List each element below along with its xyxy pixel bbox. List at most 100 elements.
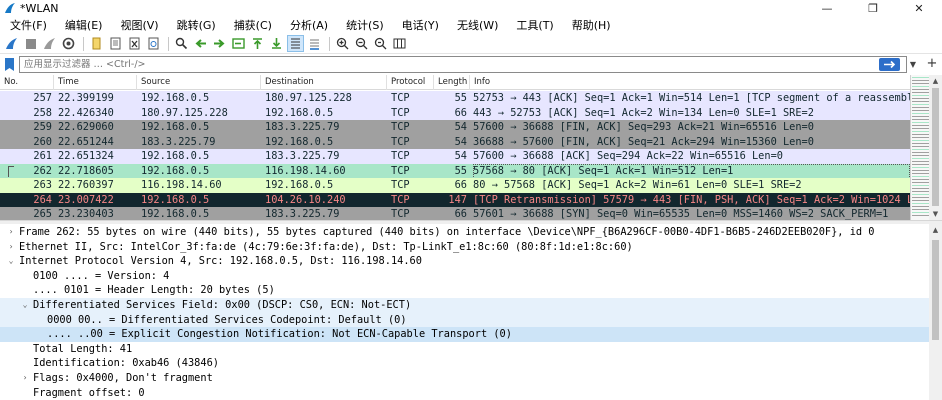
packet-cell-no: 261	[33, 150, 52, 162]
detail-row[interactable]: › Flags: 0x4000, Don't fragment	[0, 371, 929, 386]
detail-row[interactable]: ⌄ Internet Protocol Version 4, Src: 192.1…	[0, 254, 929, 269]
menu-capture[interactable]: 捕获(C)	[228, 17, 278, 33]
packet-row[interactable]: 258 22.426340 180.97.125.228 192.168.0.5 TCP…	[0, 105, 910, 121]
detail-row[interactable]: .... ..00 = Explicit Congestion Notifica…	[0, 327, 929, 342]
packet-row[interactable]: 260 22.651244 183.3.225.79 192.168.0.5 TCP 54…	[0, 134, 910, 150]
packet-minimap[interactable]	[910, 75, 929, 220]
packet-cell-no: 259	[33, 121, 52, 133]
detail-row[interactable]: › Ethernet II, Src: IntelCor_3f:fa:de (4c…	[0, 240, 929, 255]
menu-go[interactable]: 跳转(G)	[171, 17, 222, 33]
details-scrollbar[interactable]: ▲	[929, 224, 942, 400]
packet-cell-time: 22.399199	[58, 92, 114, 104]
display-filter-input[interactable]	[19, 56, 907, 73]
minimap-line	[912, 104, 929, 105]
maximize-button[interactable]: ❐	[850, 0, 896, 16]
packet-row[interactable]: 262 22.718605 192.168.0.5 116.198.14.60 TCP 5…	[0, 163, 910, 179]
reload-file-icon[interactable]	[145, 35, 162, 52]
packet-cell-src: 180.97.125.228	[141, 106, 228, 119]
go-forward-icon[interactable]	[211, 35, 228, 52]
go-back-icon[interactable]	[192, 35, 209, 52]
minimap-line	[912, 137, 929, 138]
scroll-up-icon[interactable]: ▲	[929, 75, 942, 87]
zoom-out-icon[interactable]	[353, 35, 370, 52]
packet-list-scrollbar[interactable]: ▲ ▼	[929, 75, 942, 220]
packet-cell-src: 192.168.0.5	[141, 208, 210, 220]
minimap-line	[912, 197, 929, 198]
column-length[interactable]: Length	[434, 75, 470, 90]
detail-row[interactable]: Identification: 0xab46 (43846)	[0, 356, 929, 371]
detail-row[interactable]: ⌄ Differentiated Services Field: 0x00 (DS…	[0, 298, 929, 313]
capture-options-icon[interactable]	[60, 35, 77, 52]
details-scroll-thumb[interactable]	[932, 240, 939, 340]
packet-row[interactable]: 265 23.230403 192.168.0.5 183.3.225.79 TCP 66…	[0, 207, 910, 220]
tree-toggle-icon[interactable]: ›	[6, 240, 16, 254]
tree-toggle-icon[interactable]: ⌄	[20, 298, 30, 312]
packet-cell-no: 257	[33, 92, 52, 104]
find-packet-icon[interactable]	[173, 35, 190, 52]
scroll-thumb[interactable]	[932, 88, 939, 206]
detail-row[interactable]: 0100 .... = Version: 4	[0, 269, 929, 284]
colorize-icon[interactable]	[306, 35, 323, 52]
minimap-line	[912, 164, 929, 165]
close-button[interactable]: ✕	[896, 0, 942, 16]
restart-capture-icon[interactable]	[41, 35, 58, 52]
minimap-line	[912, 110, 929, 111]
column-no[interactable]: No.	[0, 75, 54, 90]
filter-dropdown-icon[interactable]: ▼	[907, 56, 919, 73]
detail-row[interactable]: Total Length: 41	[0, 342, 929, 357]
column-time[interactable]: Time	[54, 75, 137, 90]
first-packet-icon[interactable]	[249, 35, 266, 52]
menu-tools[interactable]: 工具(T)	[510, 17, 559, 33]
tree-toggle-icon[interactable]: ›	[20, 371, 30, 385]
menu-telephony[interactable]: 电话(Y)	[396, 17, 445, 33]
resize-columns-icon[interactable]	[391, 35, 408, 52]
packet-cell-info: 52753 → 443 [ACK] Seq=1 Ack=1 Win=514 Le…	[473, 92, 910, 104]
column-protocol[interactable]: Protocol	[387, 75, 434, 90]
menu-file[interactable]: 文件(F)	[4, 17, 53, 33]
menu-edit[interactable]: 编辑(E)	[59, 17, 109, 33]
last-packet-icon[interactable]	[268, 35, 285, 52]
packet-row[interactable]: 264 23.007422 192.168.0.5 104.26.10.240 TCP 1…	[0, 192, 910, 208]
packet-row[interactable]: 261 22.651324 192.168.0.5 183.3.225.79 TCP 54…	[0, 149, 910, 164]
minimap-line	[912, 146, 929, 147]
save-file-icon[interactable]	[107, 35, 124, 52]
packet-cell-src: 192.168.0.5	[141, 92, 210, 104]
detail-row[interactable]: .... 0101 = Header Length: 20 bytes (5)	[0, 283, 929, 298]
column-source[interactable]: Source	[137, 75, 261, 90]
packet-row[interactable]: 263 22.760397 116.198.14.60 192.168.0.5 TCP 6…	[0, 178, 910, 193]
start-capture-icon[interactable]	[3, 35, 20, 52]
minimap-line	[912, 131, 929, 132]
menu-wireless[interactable]: 无线(W)	[451, 17, 504, 33]
minimap-line	[912, 191, 929, 192]
tree-toggle-icon[interactable]: ⌄	[6, 254, 16, 268]
go-to-packet-icon[interactable]	[230, 35, 247, 52]
column-info[interactable]: Info	[470, 75, 910, 90]
apply-filter-button[interactable]	[879, 58, 900, 71]
detail-row[interactable]: Fragment offset: 0	[0, 386, 929, 400]
details-scroll-up-icon[interactable]: ▲	[929, 224, 942, 236]
bookmark-flag-icon[interactable]	[3, 57, 17, 72]
packet-row[interactable]: 259 22.629060 192.168.0.5 183.3.225.79 TCP 54…	[0, 120, 910, 135]
menu-statistics[interactable]: 统计(S)	[340, 17, 390, 33]
detail-row[interactable]: 0000 00.. = Differentiated Services Code…	[0, 312, 929, 328]
minimize-button[interactable]: —	[804, 0, 850, 16]
menu-help[interactable]: 帮助(H)	[566, 17, 617, 33]
menu-analyze[interactable]: 分析(A)	[284, 17, 334, 33]
column-destination[interactable]: Destination	[261, 75, 387, 90]
scroll-down-icon[interactable]: ▼	[929, 208, 942, 220]
autoscroll-icon[interactable]	[287, 35, 304, 52]
close-file-icon[interactable]	[126, 35, 143, 52]
open-file-icon[interactable]	[88, 35, 105, 52]
zoom-in-icon[interactable]	[334, 35, 351, 52]
packet-cell-no: 263	[33, 179, 52, 191]
detail-row[interactable]: › Frame 262: 55 bytes on wire (440 bits),…	[0, 225, 929, 240]
tree-toggle-icon[interactable]: ›	[6, 225, 16, 239]
normal-size-icon[interactable]	[372, 35, 389, 52]
packet-row[interactable]: 257 22.399199 192.168.0.5 180.97.125.228 TCP…	[0, 91, 910, 106]
menu-view[interactable]: 视图(V)	[114, 17, 164, 33]
packet-cell-src: 192.168.0.5	[141, 121, 210, 133]
minimap-line	[912, 140, 929, 141]
minimap-line	[912, 125, 929, 126]
add-filter-button[interactable]: +	[925, 55, 939, 74]
stop-capture-icon[interactable]	[22, 35, 39, 52]
